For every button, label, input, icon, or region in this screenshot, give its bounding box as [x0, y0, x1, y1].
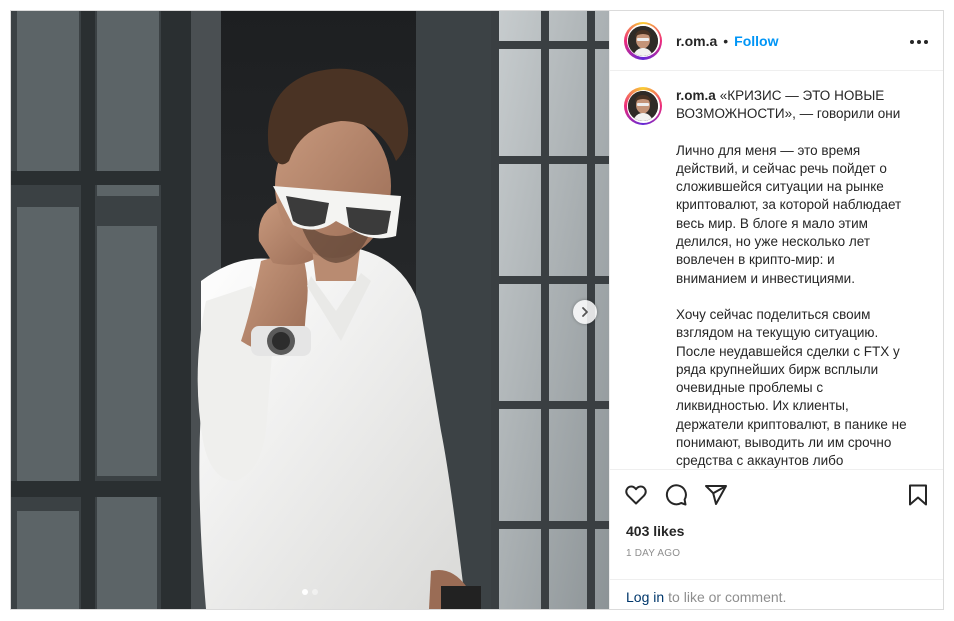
- post-side-panel: r.om.a • Follow r.om.a «КРИЗИС — ЭТО НОВ…: [609, 11, 943, 609]
- caption-scroll-area[interactable]: r.om.a «КРИЗИС — ЭТО НОВЫЕ ВОЗМОЖНОСТИ», …: [610, 71, 943, 469]
- comment-bar-text: to like or comment.: [668, 588, 787, 605]
- caption-text: r.om.a «КРИЗИС — ЭТО НОВЫЕ ВОЗМОЖНОСТИ», …: [676, 87, 908, 469]
- carousel-dots: [11, 589, 609, 595]
- avatar[interactable]: [624, 21, 662, 60]
- post-header: r.om.a • Follow: [610, 11, 943, 71]
- login-link[interactable]: Log in: [626, 589, 664, 605]
- post-timestamp[interactable]: 1 DAY AGO: [610, 539, 943, 559]
- comment-bar: Log in to like or comment.: [610, 579, 943, 609]
- post-actions-area: 403 likes 1 DAY AGO Log in to like or co…: [610, 469, 943, 609]
- heart-icon: [625, 485, 647, 505]
- separator-dot: •: [723, 32, 729, 49]
- caption-row: r.om.a «КРИЗИС — ЭТО НОВЫЕ ВОЗМОЖНОСТИ», …: [624, 87, 927, 469]
- comment-icon: [665, 484, 687, 506]
- more-horizontal-icon: [910, 39, 928, 44]
- caption-avatar[interactable]: [624, 87, 662, 125]
- carousel-dot: [312, 589, 318, 595]
- next-slide-button[interactable]: [573, 300, 597, 324]
- more-options-button[interactable]: [909, 32, 929, 50]
- username-link[interactable]: r.om.a: [676, 33, 717, 49]
- action-icons-row: [610, 470, 943, 520]
- send-icon: [705, 485, 727, 505]
- share-button[interactable]: [704, 483, 728, 507]
- caption-paragraph-2: Хочу сейчас поделиться своим взглядом на…: [676, 306, 907, 469]
- bookmark-icon: [909, 484, 927, 506]
- save-button[interactable]: [907, 483, 929, 507]
- caption-paragraph-1: Лично для меня — это время действий, и с…: [676, 142, 902, 286]
- follow-button[interactable]: Follow: [734, 33, 778, 49]
- chevron-right-icon: [582, 307, 588, 317]
- carousel-dot-active: [302, 589, 308, 595]
- like-button[interactable]: [624, 483, 648, 507]
- caption-username-link[interactable]: r.om.a: [676, 88, 716, 103]
- avatar-image: [628, 91, 658, 121]
- comment-button[interactable]: [664, 483, 688, 507]
- instagram-post: r.om.a • Follow r.om.a «КРИЗИС — ЭТО НОВ…: [10, 10, 944, 610]
- post-photo[interactable]: [11, 11, 609, 609]
- photo-image: [11, 11, 609, 609]
- likes-count[interactable]: 403 likes: [610, 520, 943, 539]
- avatar-image: [628, 25, 658, 56]
